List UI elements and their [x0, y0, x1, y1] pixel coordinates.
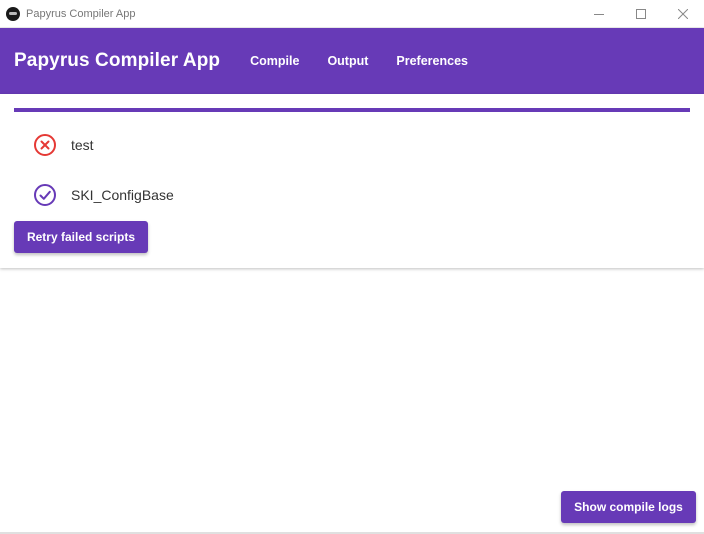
maximize-button[interactable]	[620, 0, 662, 28]
window-titlebar: Papyrus Compiler App	[0, 0, 704, 28]
nav-output[interactable]: Output	[313, 43, 382, 79]
close-button[interactable]	[662, 0, 704, 28]
script-list: test SKI_ConfigBase	[0, 120, 704, 220]
compile-progress-bar	[14, 108, 690, 112]
show-compile-logs-button[interactable]: Show compile logs	[561, 491, 696, 523]
script-name: test	[71, 137, 94, 153]
check-circle-icon	[33, 183, 57, 207]
app-toolbar: Papyrus Compiler App Compile Output Pref…	[0, 28, 704, 94]
maximize-icon	[636, 9, 646, 19]
app-title: Papyrus Compiler App	[14, 50, 221, 71]
script-name: SKI_ConfigBase	[71, 187, 174, 203]
error-circle-icon	[33, 133, 57, 157]
window-controls	[578, 0, 704, 28]
close-icon	[678, 9, 688, 19]
compile-results-card: test SKI_ConfigBase Retry failed scripts	[0, 94, 704, 268]
window-title: Papyrus Compiler App	[26, 7, 136, 20]
app-logo-icon	[6, 6, 20, 21]
minimize-icon	[594, 14, 604, 15]
nav-preferences[interactable]: Preferences	[382, 43, 482, 79]
minimize-button[interactable]	[578, 0, 620, 28]
script-item-success: SKI_ConfigBase	[0, 170, 704, 220]
nav-compile[interactable]: Compile	[236, 43, 313, 79]
retry-failed-scripts-button[interactable]: Retry failed scripts	[14, 221, 148, 253]
script-item-failed: test	[0, 120, 704, 170]
